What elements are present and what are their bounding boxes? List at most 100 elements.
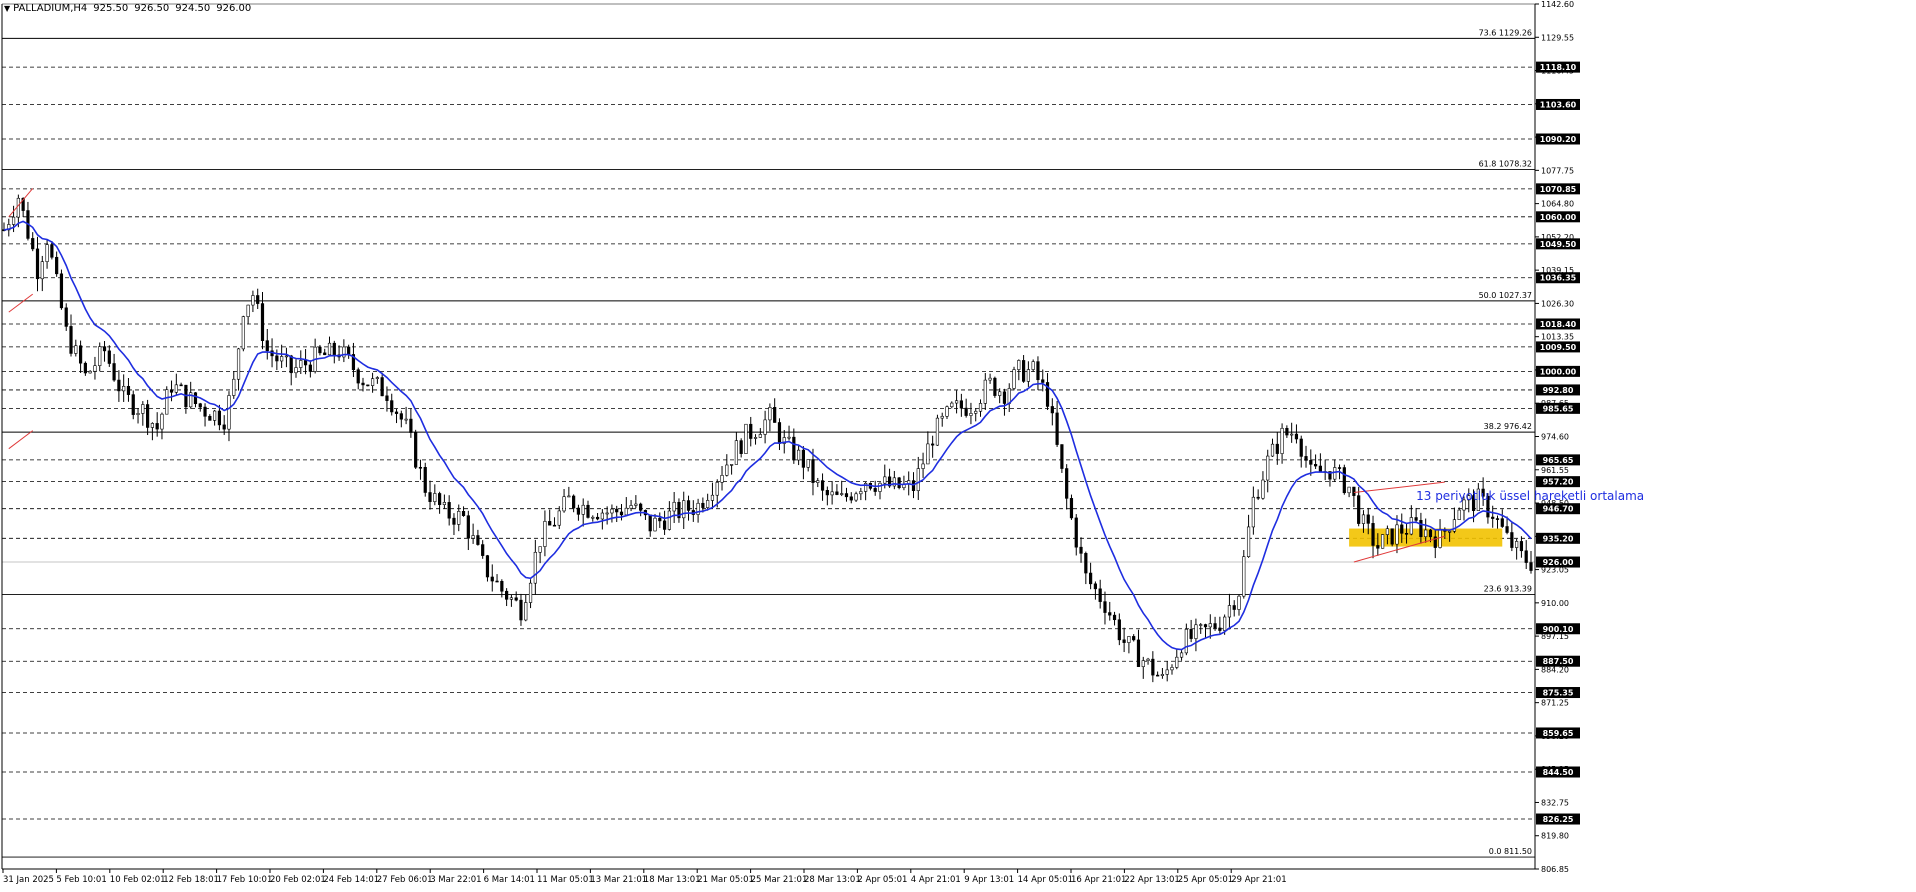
candle-body <box>787 436 791 439</box>
x-tick-label: 20 Feb 02:01 <box>270 875 326 885</box>
candle-body <box>552 524 557 527</box>
current-price-badge: 926.00 <box>1543 558 1574 567</box>
candle-body <box>1510 532 1514 548</box>
candle-body <box>1500 518 1504 527</box>
candle-body <box>1304 456 1308 461</box>
candle-body <box>1404 533 1409 535</box>
candle-body <box>423 467 427 493</box>
price-level-badge: 992.80 <box>1543 386 1574 395</box>
candle-body <box>883 476 887 484</box>
candle-body <box>1505 526 1509 533</box>
candle-body <box>88 370 92 374</box>
candle-body <box>457 511 461 525</box>
candle-body <box>385 395 389 401</box>
y-tick-label: 1129.55 <box>1541 33 1574 42</box>
candle-body <box>45 244 49 262</box>
candle-body <box>988 377 992 381</box>
candle-body <box>198 403 202 408</box>
candle-body <box>978 403 983 412</box>
candle-body <box>356 369 360 384</box>
candle-body <box>816 480 820 483</box>
candle-body <box>117 379 121 392</box>
candle-body <box>806 459 810 468</box>
candle-body <box>653 517 657 532</box>
candle-body <box>471 535 475 539</box>
candle-body <box>1012 369 1016 389</box>
candle-body <box>1031 361 1035 370</box>
candle-body <box>1309 460 1313 465</box>
chart-area[interactable]: 73.6 1129.26 61.8 1078.32 50.0 1027.37 38.2… <box>0 0 1916 888</box>
price-level-badge: 1036.35 <box>1540 274 1577 283</box>
candle-body <box>213 410 217 421</box>
candle-body <box>658 517 662 522</box>
x-tick-label: 13 Mar 21:01 <box>590 875 647 885</box>
candle-body <box>174 384 178 393</box>
candle-body <box>1448 530 1452 533</box>
fib-level-label: 50.0 1027.37 <box>1479 291 1532 300</box>
candle-body <box>1395 524 1399 545</box>
candle-body <box>940 415 944 419</box>
candle-body <box>1041 379 1045 383</box>
candle-body <box>998 391 1002 396</box>
dropdown-triangle-icon[interactable]: ▼ <box>4 4 10 13</box>
candle-body <box>308 364 312 372</box>
candle-body <box>1055 412 1059 445</box>
candle-body <box>1074 517 1078 548</box>
candle-body <box>811 459 815 483</box>
candle-body <box>916 468 920 491</box>
candle-body <box>299 360 303 368</box>
candle-body <box>141 404 145 414</box>
candle-body <box>1227 605 1232 618</box>
candle-body <box>686 500 691 511</box>
candle-body <box>318 346 322 354</box>
candle-body <box>433 493 437 502</box>
candle-body <box>615 508 619 513</box>
candle-body <box>1002 391 1007 404</box>
candle-body <box>438 493 442 505</box>
candle-body <box>931 443 935 446</box>
symbol-label: PALLADIUM,H4 <box>13 3 88 14</box>
candle-body <box>1352 486 1356 496</box>
x-tick-label: 31 Jan 2025 <box>3 875 54 885</box>
candle-body <box>1017 360 1021 370</box>
candle-body <box>797 449 801 461</box>
candle-body <box>490 576 494 582</box>
candle-body <box>1251 496 1255 528</box>
candle-body <box>825 490 829 496</box>
candle-body <box>361 382 365 386</box>
candle-body <box>964 407 968 416</box>
candle-body <box>50 244 54 258</box>
candle-body <box>528 582 533 603</box>
price-level-badge: 935.20 <box>1543 534 1574 543</box>
candle-body <box>165 389 169 415</box>
candle-body <box>93 365 97 372</box>
candle-body <box>634 503 638 506</box>
candle-body <box>505 590 509 600</box>
candle-body <box>739 440 743 454</box>
candle-body <box>1529 562 1533 571</box>
candle-body <box>1093 583 1097 590</box>
candle-body <box>380 377 384 397</box>
candle-body <box>1160 674 1165 676</box>
price-level-badge: 965.65 <box>1543 456 1574 465</box>
candle-body <box>1524 550 1528 563</box>
x-tick-label: 17 Feb 10:01 <box>217 875 273 885</box>
candle-body <box>591 516 595 519</box>
candle-body <box>35 248 40 280</box>
candle-body <box>844 493 849 498</box>
x-tick-label: 25 Apr 05:01 <box>1178 875 1233 885</box>
candle-body <box>801 449 806 468</box>
y-tick-label: 1077.75 <box>1541 166 1574 175</box>
x-tick-label: 25 Mar 21:01 <box>751 875 808 885</box>
candle-body <box>442 502 446 505</box>
candle-body <box>289 355 293 374</box>
candle-body <box>1108 612 1112 616</box>
candle-body <box>1036 361 1040 381</box>
price-level-badge: 957.20 <box>1543 478 1574 487</box>
y-tick-label: 1064.80 <box>1541 200 1574 209</box>
candle-body <box>1026 369 1030 382</box>
drawing-mark <box>8 293 34 313</box>
candle-body <box>662 520 667 530</box>
price-chart[interactable]: 73.6 1129.26 61.8 1078.32 50.0 1027.37 38.2… <box>0 0 1916 888</box>
candle-body <box>1376 545 1380 549</box>
